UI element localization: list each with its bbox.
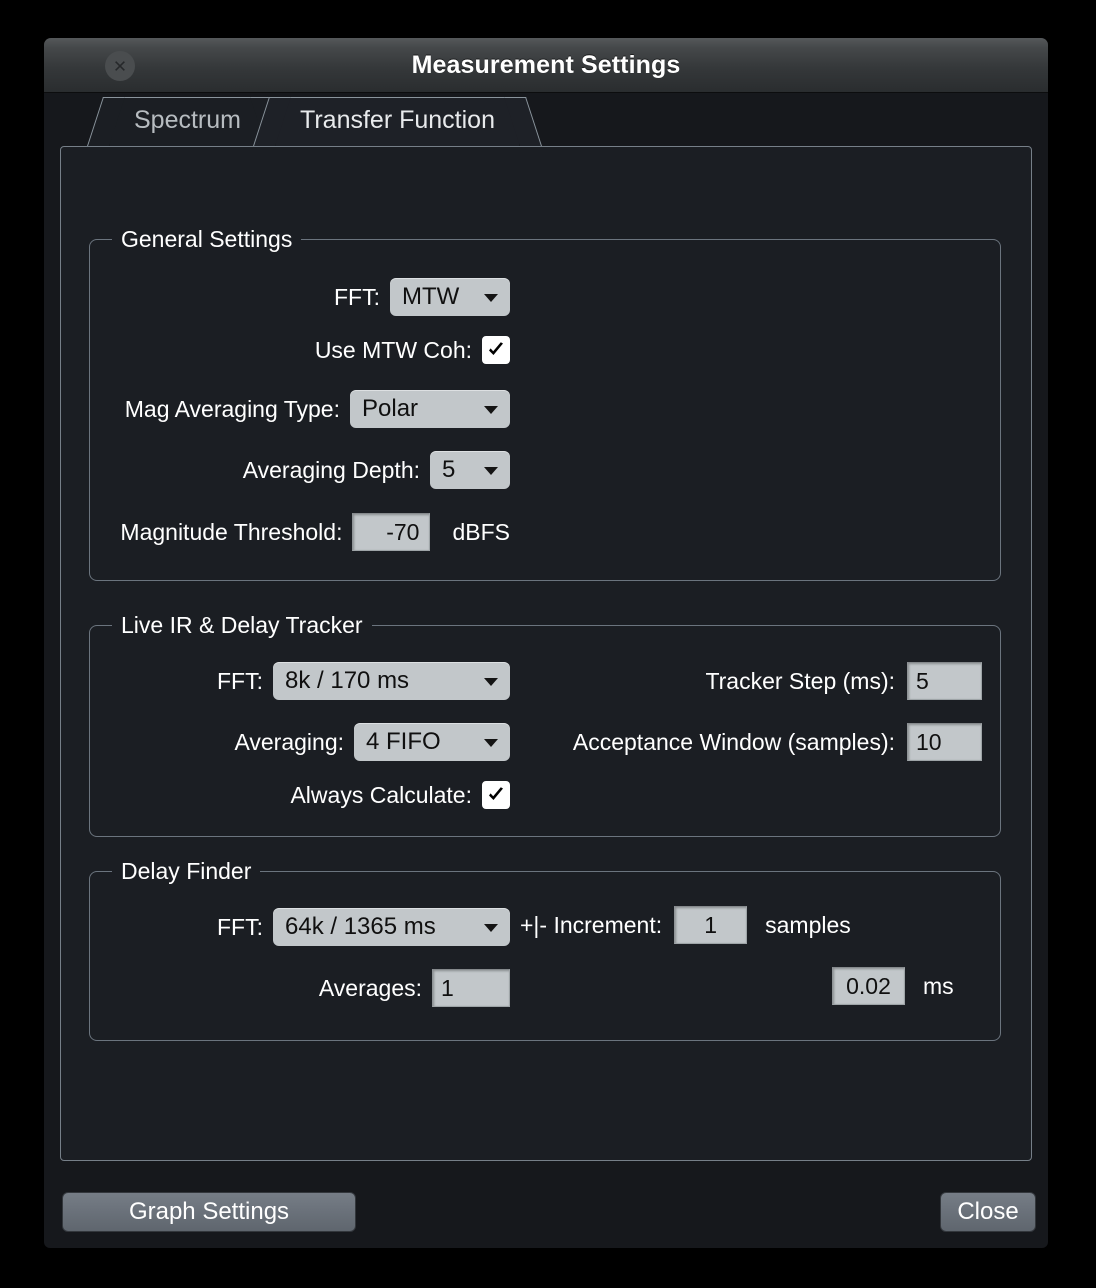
row-averages: Averages: 1 — [90, 969, 510, 1007]
chevron-down-icon — [484, 678, 498, 686]
averaging-depth-value: 5 — [442, 456, 456, 483]
group-live-ir-delay-tracker: Live IR & Delay Tracker FFT: 8k / 170 ms… — [89, 612, 1001, 837]
measurement-settings-window: Measurement Settings Spectrum Transfer F… — [44, 38, 1048, 1248]
group-general-settings-legend: General Settings — [112, 226, 302, 252]
general-fft-value: MTW — [402, 283, 460, 310]
averaging-depth-dropdown[interactable]: 5 — [430, 451, 510, 489]
ms-unit: ms — [923, 972, 954, 999]
row-mag-averaging-type: Mag Averaging Type: Polar — [90, 390, 510, 428]
row-use-mtw-coh: Use MTW Coh: — [90, 336, 510, 364]
general-fft-label: FFT: — [334, 283, 380, 310]
row-averaging-depth: Averaging Depth: 5 — [90, 451, 510, 489]
row-delayfinder-fft: FFT: 64k / 1365 ms — [90, 908, 510, 946]
row-always-calculate: Always Calculate: — [90, 781, 510, 809]
row-tracker-step: Tracker Step (ms): 5 — [570, 662, 982, 700]
use-mtw-coh-label: Use MTW Coh: — [314, 336, 472, 363]
tab-strip: Spectrum Transfer Function — [44, 93, 1048, 146]
group-general-settings: General Settings FFT: MTW Use MTW Coh: M… — [89, 226, 1001, 581]
mag-averaging-type-dropdown[interactable]: Polar — [350, 390, 510, 428]
magnitude-threshold-unit: dBFS — [452, 518, 510, 545]
acceptance-window-label: Acceptance Window (samples): — [572, 728, 895, 755]
tracker-step-input[interactable]: 5 — [907, 662, 982, 700]
tab-right-edge — [504, 97, 542, 146]
averages-label: Averages: — [318, 974, 422, 1001]
increment-input[interactable]: 1 — [674, 906, 748, 944]
tab-spectrum-label: Spectrum — [134, 106, 241, 134]
ms-input[interactable]: 0.02 — [832, 967, 905, 1005]
chevron-down-icon — [484, 739, 498, 747]
liveir-averaging-value: 4 FIFO — [366, 728, 441, 755]
row-ms-value: 0.02 ms — [832, 967, 954, 1005]
row-general-fft: FFT: MTW — [90, 278, 510, 316]
row-magnitude-threshold: Magnitude Threshold: -70 dBFS — [90, 513, 510, 551]
graph-settings-button[interactable]: Graph Settings — [62, 1192, 356, 1232]
averages-input[interactable]: 1 — [432, 969, 510, 1007]
mag-averaging-type-label: Mag Averaging Type: — [124, 395, 340, 422]
close-button[interactable]: Close — [940, 1192, 1036, 1232]
delayfinder-fft-dropdown[interactable]: 64k / 1365 ms — [273, 908, 510, 946]
title-bar: Measurement Settings — [44, 38, 1048, 93]
liveir-fft-dropdown[interactable]: 8k / 170 ms — [273, 662, 510, 700]
tracker-step-label: Tracker Step (ms): — [705, 667, 895, 694]
mag-averaging-type-value: Polar — [362, 395, 419, 422]
chevron-down-icon — [484, 467, 498, 475]
chevron-down-icon — [484, 924, 498, 932]
transfer-function-panel: General Settings FFT: MTW Use MTW Coh: M… — [60, 146, 1032, 1161]
liveir-averaging-dropdown[interactable]: 4 FIFO — [354, 723, 510, 761]
group-live-ir-legend: Live IR & Delay Tracker — [112, 612, 372, 638]
group-delay-finder-legend: Delay Finder — [112, 858, 261, 884]
row-increment: +|- Increment: 1 samples — [520, 906, 851, 944]
liveir-averaging-label: Averaging: — [234, 728, 344, 755]
chevron-down-icon — [484, 406, 498, 414]
averaging-depth-label: Averaging Depth: — [242, 456, 420, 483]
delayfinder-fft-value: 64k / 1365 ms — [285, 913, 436, 940]
delayfinder-fft-label: FFT: — [217, 913, 263, 940]
acceptance-window-input[interactable]: 10 — [907, 723, 982, 761]
magnitude-threshold-input[interactable]: -70 — [352, 513, 431, 551]
always-calculate-label: Always Calculate: — [290, 781, 472, 808]
group-delay-finder: Delay Finder FFT: 64k / 1365 ms +|- Incr… — [89, 858, 1001, 1041]
tab-transfer-function-label: Transfer Function — [300, 106, 495, 134]
row-acceptance-window: Acceptance Window (samples): 10 — [570, 723, 982, 761]
window-title: Measurement Settings — [411, 51, 681, 79]
liveir-fft-label: FFT: — [217, 667, 263, 694]
general-fft-dropdown[interactable]: MTW — [390, 278, 510, 316]
row-liveir-averaging: Averaging: 4 FIFO — [90, 723, 510, 761]
magnitude-threshold-label: Magnitude Threshold: — [120, 518, 343, 545]
tab-spectrum[interactable]: Spectrum — [87, 97, 288, 146]
increment-label: +|- Increment: — [520, 911, 663, 938]
tab-transfer-function[interactable]: Transfer Function — [253, 97, 542, 146]
use-mtw-coh-checkbox[interactable] — [482, 336, 510, 364]
tab-left-edge — [87, 97, 125, 146]
chevron-down-icon — [484, 294, 498, 302]
liveir-fft-value: 8k / 170 ms — [285, 667, 410, 694]
row-liveir-fft: FFT: 8k / 170 ms — [90, 662, 510, 700]
increment-unit: samples — [765, 911, 851, 938]
always-calculate-checkbox[interactable] — [482, 781, 510, 809]
